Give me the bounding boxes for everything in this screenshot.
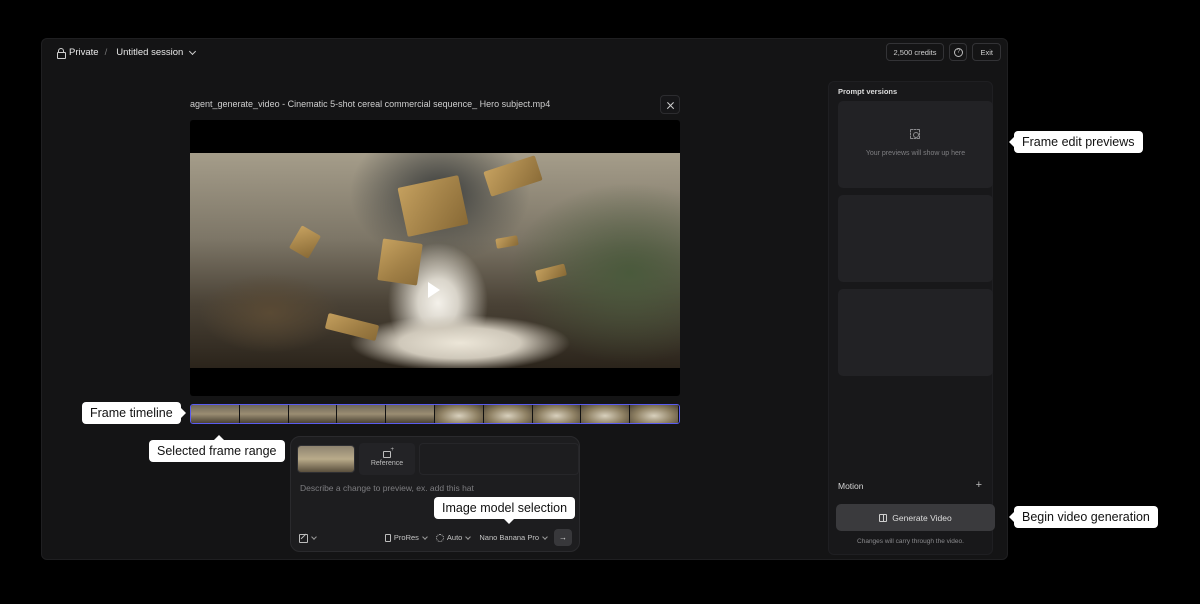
prompt-versions-panel: Prompt versions Your previews will show …	[828, 81, 995, 555]
cereal-flake	[495, 235, 519, 249]
callout-frame-timeline: Frame timeline	[82, 402, 186, 424]
chevron-down-icon[interactable]	[189, 47, 197, 55]
help-icon: ?	[953, 47, 963, 57]
chevron-down-icon[interactable]	[311, 533, 317, 540]
breadcrumb-separator: /	[104, 47, 108, 58]
timeline-frame[interactable]	[386, 405, 435, 423]
video-title: agent_generate_video - Cinematic 5-shot …	[190, 99, 551, 109]
lock-icon	[57, 48, 66, 59]
selected-frame-thumbnail[interactable]	[297, 445, 355, 473]
generate-video-button[interactable]: Generate Video	[836, 504, 995, 531]
timeline-frame[interactable]	[239, 405, 289, 423]
mode-value: Auto	[446, 533, 463, 542]
exit-button[interactable]: Exit	[972, 43, 1001, 61]
cereal-flake	[324, 312, 380, 342]
preview-card[interactable]: Your previews will show up here	[838, 101, 993, 188]
cereal-flake	[534, 263, 568, 283]
composer-toolbar: ProRes Auto Nano Banana Pro →	[299, 529, 572, 546]
preview-card[interactable]	[838, 289, 993, 376]
timeline-frame[interactable]	[630, 405, 679, 423]
play-icon[interactable]	[428, 282, 440, 298]
callout-image-model-selection: Image model selection	[434, 497, 576, 524]
mode-select[interactable]: Auto	[435, 533, 472, 542]
video-frame	[190, 153, 680, 368]
timeline-frame[interactable]	[191, 405, 240, 423]
privacy-label[interactable]: Private	[69, 47, 99, 58]
panel-title: Prompt versions	[838, 87, 898, 96]
model-select[interactable]: Nano Banana Pro	[479, 533, 548, 542]
timeline-frame[interactable]	[337, 405, 387, 423]
preview-empty-text: Your previews will show up here	[865, 150, 966, 157]
credits-badge: 2,500 credits	[885, 43, 945, 61]
breadcrumb: Private / Untitled session	[57, 47, 197, 59]
app-window: Private / Untitled session 2,500 credits…	[41, 38, 1008, 560]
add-motion-button[interactable]: +	[976, 479, 982, 491]
cereal-flake	[288, 225, 322, 259]
cereal-flake	[397, 175, 469, 237]
film-icon	[879, 513, 888, 522]
chevron-down-icon	[422, 533, 428, 540]
prompt-input[interactable]: Describe a change to preview, ex. add th…	[300, 483, 474, 493]
motion-label: Motion	[838, 481, 864, 491]
prompt-composer: Reference Describe a change to preview, …	[290, 436, 580, 552]
close-icon[interactable]	[660, 95, 680, 114]
generate-note: Changes will carry through the video.	[857, 538, 964, 545]
scan-icon	[910, 129, 920, 139]
image-add-icon	[383, 447, 394, 458]
format-select[interactable]: ProRes	[384, 533, 428, 542]
auto-icon	[435, 533, 444, 542]
reference-button[interactable]: Reference	[359, 443, 415, 475]
timeline-frame[interactable]	[434, 405, 484, 423]
timeline-frame[interactable]	[532, 405, 582, 423]
cereal-flake	[377, 238, 423, 286]
empty-reference-slot	[419, 443, 579, 475]
help-button[interactable]: ?	[949, 43, 968, 61]
generate-video-label: Generate Video	[892, 512, 952, 523]
document-icon	[384, 533, 391, 542]
preview-card[interactable]	[838, 195, 993, 282]
timeline-frame[interactable]	[288, 405, 338, 423]
video-player[interactable]	[190, 120, 680, 396]
chevron-down-icon	[465, 533, 472, 540]
timeline-frame[interactable]	[581, 405, 631, 423]
top-bar-actions: 2,500 credits ? Exit	[885, 43, 1001, 61]
format-value: ProRes	[393, 533, 419, 542]
timeline-frame[interactable]	[483, 405, 533, 423]
send-button[interactable]: →	[554, 529, 572, 546]
frame-timeline[interactable]	[190, 404, 680, 424]
top-bar: Private / Untitled session 2,500 credits…	[42, 39, 1007, 67]
callout-selected-frame-range: Selected frame range	[149, 435, 285, 462]
chevron-down-icon	[542, 533, 548, 540]
model-value: Nano Banana Pro	[479, 533, 539, 542]
reference-label: Reference	[370, 460, 404, 467]
edit-icon[interactable]	[299, 533, 308, 543]
callout-frame-edit-previews: Frame edit previews	[1009, 131, 1143, 153]
cereal-flake	[483, 155, 543, 197]
callout-begin-video-generation: Begin video generation	[1009, 506, 1158, 528]
session-name[interactable]: Untitled session	[116, 47, 183, 58]
